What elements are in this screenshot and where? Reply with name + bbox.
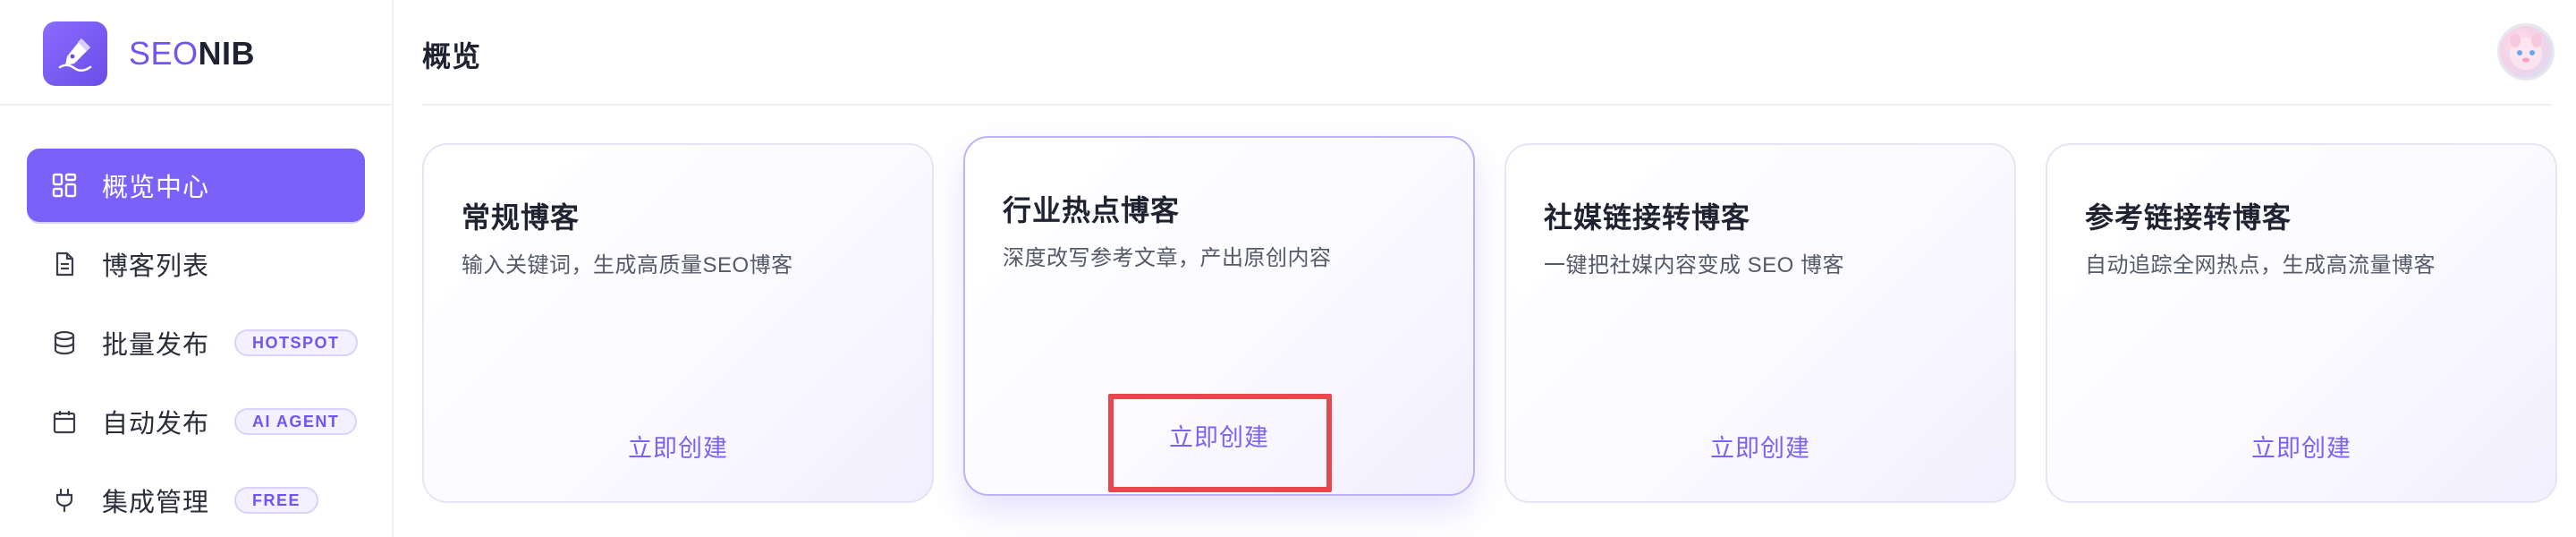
card-title: 参考链接转博客: [2085, 201, 2292, 234]
sidebar-nav: 概览中心 博客列表 批量发布 HOTSPOT 自动发布 AI AGENT 集成管…: [27, 149, 365, 537]
calendar-icon: [50, 407, 79, 436]
sidebar-item-blog-list[interactable]: 博客列表: [27, 227, 365, 301]
hotspot-badge: HOTSPOT: [234, 329, 358, 356]
page-title: 概览: [422, 40, 482, 72]
main-content: 概览 常规博客 输入关键词，生成高质量SEO博客 立即创建 行业热点博客 深度改…: [395, 0, 2576, 537]
sidebar-item-label: 集成管理: [102, 489, 210, 517]
document-icon: [50, 250, 79, 278]
card-title: 行业热点博客: [1003, 194, 1181, 226]
create-blog-cards: 常规博客 输入关键词，生成高质量SEO博客 立即创建 行业热点博客 深度改写参考…: [395, 136, 2576, 530]
grid-icon: [50, 171, 79, 200]
sidebar-item-label: 概览中心: [102, 174, 210, 202]
card-industry-trend-blog[interactable]: 行业热点博客 深度改写参考文章，产出原创内容 立即创建: [963, 136, 1475, 496]
sidebar-item-auto-publish[interactable]: 自动发布 AI AGENT: [27, 385, 365, 458]
ai-agent-badge: AI AGENT: [234, 408, 358, 435]
create-now-button[interactable]: 立即创建: [424, 429, 932, 464]
sidebar-item-label: 自动发布: [102, 410, 210, 439]
card-social-link-blog[interactable]: 社媒链接转博客 一键把社媒内容变成 SEO 博客 立即创建: [1504, 143, 2016, 503]
card-description: 自动追踪全网热点，生成高流量博客: [2085, 253, 2436, 277]
brand-name-seo: SEO: [129, 35, 199, 72]
user-avatar[interactable]: [2497, 23, 2555, 81]
brand-name[interactable]: SEONIB: [129, 34, 255, 73]
highlight-box: [1108, 394, 1332, 492]
card-reference-link-blog[interactable]: 参考链接转博客 自动追踪全网热点，生成高流量博客 立即创建: [2046, 143, 2557, 503]
card-description: 输入关键词，生成高质量SEO博客: [462, 253, 793, 277]
sidebar-item-batch-publish[interactable]: 批量发布 HOTSPOT: [27, 306, 365, 379]
sidebar: SEONIB 概览中心 博客列表 批量发布 HOTSPOT 自动发布 AI AG…: [0, 0, 394, 537]
brand-name-nib: NIB: [198, 35, 256, 72]
card-title: 常规博客: [462, 201, 580, 234]
plug-icon: [50, 486, 79, 515]
sidebar-item-label: 批量发布: [102, 331, 210, 360]
sidebar-item-label: 博客列表: [102, 252, 210, 281]
create-now-button[interactable]: 立即创建: [2047, 429, 2555, 464]
card-title: 社媒链接转博客: [1544, 201, 1751, 234]
card-description: 一键把社媒内容变成 SEO 博客: [1544, 253, 1845, 277]
create-now-button[interactable]: 立即创建: [1506, 429, 2014, 464]
brand-header: SEONIB: [0, 0, 394, 106]
database-icon: [50, 328, 79, 357]
page-header: 概览: [422, 0, 2555, 106]
card-description: 深度改写参考文章，产出原创内容: [1003, 246, 1332, 270]
card-regular-blog[interactable]: 常规博客 输入关键词，生成高质量SEO博客 立即创建: [422, 143, 934, 503]
sidebar-item-integrations[interactable]: 集成管理 FREE: [27, 464, 365, 537]
pen-logo-icon[interactable]: [43, 21, 107, 86]
free-badge: FREE: [234, 487, 319, 514]
sidebar-item-overview[interactable]: 概览中心: [27, 149, 365, 222]
